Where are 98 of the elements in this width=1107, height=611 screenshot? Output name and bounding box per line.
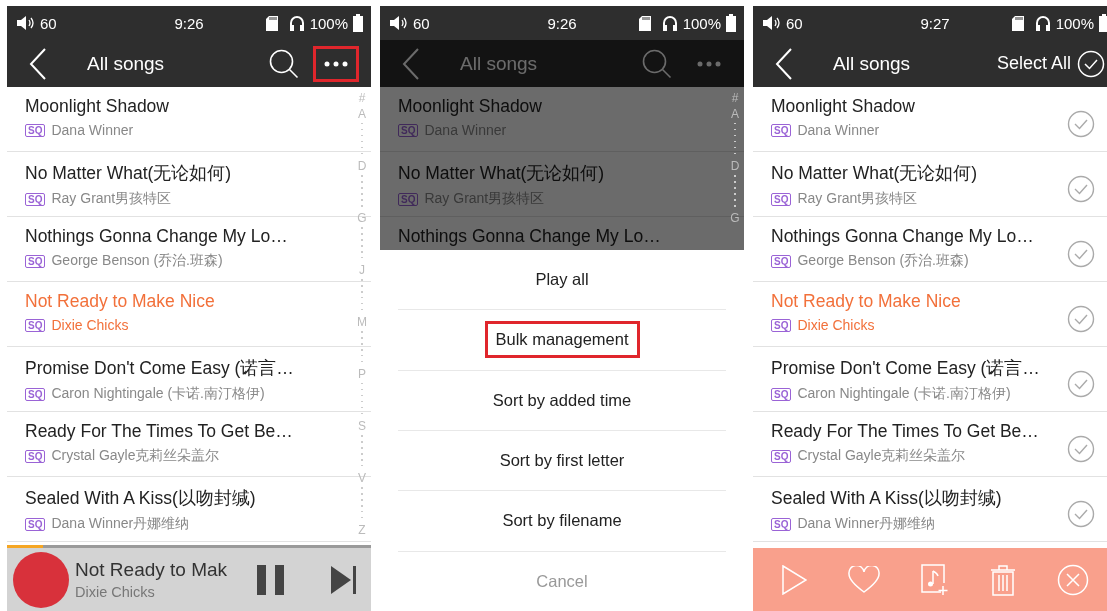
song-title: Moonlight Shadow <box>771 96 916 117</box>
song-title: No Matter What(无论如何) <box>398 162 606 185</box>
song-title: Not Ready to Make Nice <box>25 291 216 312</box>
quality-badge: SQ <box>771 254 792 268</box>
sd-card-icon <box>265 15 278 31</box>
battery-percent: 100% <box>1055 14 1094 32</box>
artist-name: George Benson (乔治.班森) <box>51 252 223 270</box>
song-title: No Matter What(无论如何) <box>25 162 233 185</box>
add-music-icon[interactable] <box>921 563 949 596</box>
artist-name: Dana Winner丹娜维纳 <box>51 515 190 533</box>
now-playing-bar[interactable]: Not Ready to Mak Dixie Chicks <box>7 548 371 611</box>
song-title: Ready For The Times To Get Be… <box>771 421 1040 442</box>
checkbox-circle[interactable] <box>1067 499 1095 528</box>
battery-icon <box>1099 14 1107 32</box>
index-letter[interactable]: # <box>731 91 739 105</box>
quality-badge: SQ <box>25 192 46 206</box>
quality-badge: SQ <box>398 192 419 206</box>
song-title: Sealed With A Kiss(以吻封缄) <box>771 487 1003 510</box>
volume-icon <box>388 15 408 31</box>
sd-card-icon <box>638 15 651 31</box>
quality-badge: SQ <box>771 449 792 463</box>
song-title: Sealed With A Kiss(以吻封缄) <box>25 487 257 510</box>
progress-track[interactable] <box>7 545 371 548</box>
artist-name: Ray Grant男孩特区 <box>51 190 172 208</box>
volume-level: 60 <box>786 14 803 32</box>
song-title: Promise Don't Come Easy (诺言… <box>25 357 295 380</box>
quality-badge: SQ <box>25 449 46 463</box>
volume-level: 60 <box>413 14 430 32</box>
quality-badge: SQ <box>771 517 792 531</box>
select-all-button[interactable]: Select All <box>996 49 1105 78</box>
artist-name: Crystal Gayle克莉丝朵盖尔 <box>51 447 220 465</box>
screen-title: All songs <box>460 52 539 75</box>
quality-badge: SQ <box>25 318 46 332</box>
song-title: No Matter What(无论如何) <box>771 162 979 185</box>
screen-title: All songs <box>833 52 912 75</box>
more-button[interactable] <box>313 45 359 82</box>
quality-badge: SQ <box>771 387 792 401</box>
screen-title: All songs <box>87 52 166 75</box>
close-circle-icon[interactable] <box>1056 563 1089 596</box>
pause-icon[interactable] <box>257 564 285 595</box>
artist-name: George Benson (乔治.班森) <box>797 252 969 270</box>
artist-name: Dixie Chicks <box>51 317 129 333</box>
battery-percent: 100% <box>682 14 721 32</box>
index-letter[interactable]: D <box>730 159 740 173</box>
song-title: Promise Don't Come Easy (诺言… <box>771 357 1041 380</box>
song-title: Moonlight Shadow <box>398 96 543 117</box>
headphones-icon <box>661 15 678 31</box>
artist-name: Dixie Chicks <box>797 317 875 333</box>
quality-badge: SQ <box>398 123 419 137</box>
play-icon[interactable] <box>781 564 808 595</box>
artist-name: Dana Winner丹娜维纳 <box>797 515 936 533</box>
volume-icon <box>15 15 35 31</box>
artist-name: Crystal Gayle克莉丝朵盖尔 <box>797 447 966 465</box>
check-circle-icon <box>1077 49 1105 78</box>
now-playing-artist: Dixie Chicks <box>75 584 156 600</box>
artist-name: Caron Nightingale (卡诺.南汀格伊) <box>51 385 265 403</box>
song-title: Moonlight Shadow <box>25 96 170 117</box>
artist-name: Ray Grant男孩特区 <box>797 190 918 208</box>
clock-time: 9:26 <box>174 14 204 32</box>
headphones-icon <box>1034 15 1051 31</box>
checkbox-circle[interactable] <box>1067 369 1095 398</box>
song-title: Nothings Gonna Change My Lo… <box>25 226 289 247</box>
artist-name: Caron Nightingale (卡诺.南汀格伊) <box>797 385 1011 403</box>
volume-icon <box>761 15 781 31</box>
clock-time: 9:26 <box>547 14 577 32</box>
quality-badge: SQ <box>771 318 792 332</box>
quality-badge: SQ <box>25 387 46 401</box>
quality-badge: SQ <box>771 192 792 206</box>
checkbox-circle[interactable] <box>1067 304 1095 333</box>
artist-name: Dana Winner <box>51 122 134 138</box>
checkbox-circle[interactable] <box>1067 434 1095 463</box>
quality-badge: SQ <box>25 517 46 531</box>
checkbox-circle[interactable] <box>1067 239 1095 268</box>
volume-level: 60 <box>40 14 57 32</box>
search-icon[interactable] <box>269 48 299 79</box>
battery-icon <box>726 14 736 32</box>
trash-icon[interactable] <box>989 563 1016 596</box>
quality-badge: SQ <box>771 123 792 137</box>
checkbox-circle[interactable] <box>1067 109 1095 138</box>
song-title: Ready For The Times To Get Be… <box>25 421 294 442</box>
more-dots-icon <box>324 60 348 67</box>
heart-icon[interactable] <box>848 565 881 594</box>
now-playing-title: Not Ready to Mak <box>75 559 229 581</box>
headphones-icon <box>288 15 305 31</box>
clock-time: 9:27 <box>920 14 950 32</box>
battery-icon <box>353 14 363 32</box>
song-title: Nothings Gonna Change My Lo… <box>398 226 662 247</box>
quality-badge: SQ <box>25 254 46 268</box>
battery-percent: 100% <box>309 14 348 32</box>
song-title: Not Ready to Make Nice <box>771 291 962 312</box>
sd-card-icon <box>1011 15 1024 31</box>
more-dots-icon <box>697 60 721 67</box>
artist-name: Dana Winner <box>797 122 880 138</box>
quality-badge: SQ <box>25 123 46 137</box>
song-title: Nothings Gonna Change My Lo… <box>771 226 1035 247</box>
checkbox-circle[interactable] <box>1067 174 1095 203</box>
index-letter[interactable]: A <box>731 107 739 121</box>
skip-next-icon[interactable] <box>331 565 357 594</box>
